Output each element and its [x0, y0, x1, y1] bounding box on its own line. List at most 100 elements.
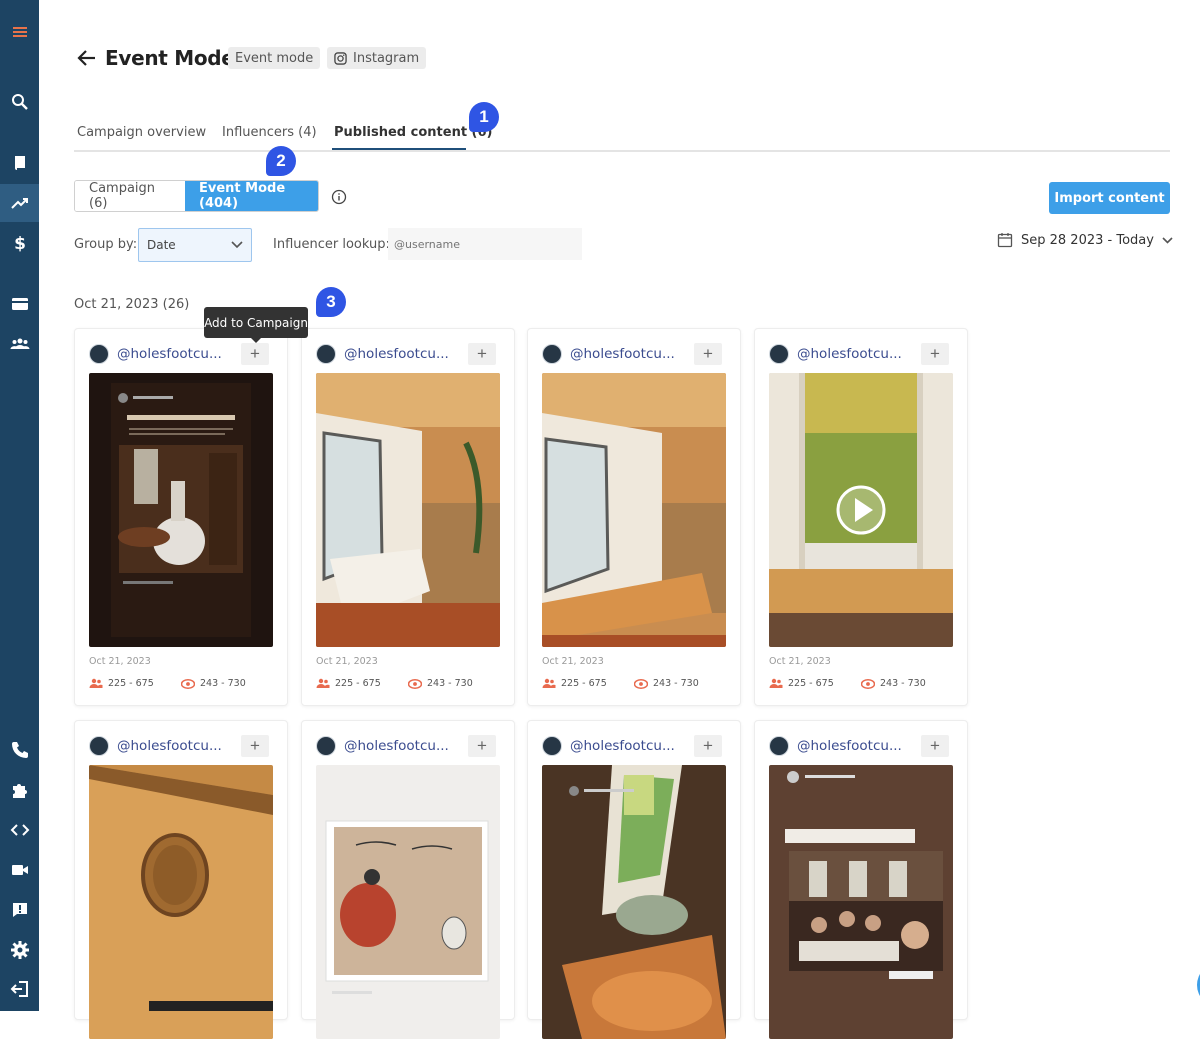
- users-icon[interactable]: [0, 325, 39, 363]
- content-thumbnail[interactable]: [769, 373, 953, 647]
- step-badge-2: 2: [266, 146, 296, 176]
- avatar: [316, 344, 336, 364]
- settings-icon[interactable]: [0, 931, 39, 969]
- tab-campaign-overview[interactable]: Campaign overview: [77, 125, 206, 140]
- content-card[interactable]: @holesfootcu... + Oct 21, 2023 225 - 675…: [301, 328, 515, 706]
- feedback-icon[interactable]: [0, 891, 39, 929]
- tab-influencers[interactable]: Influencers (4): [222, 125, 317, 140]
- tab-bar: Campaign overview Influencers (4) Publis…: [74, 122, 1170, 152]
- reach-stat: 225 - 675: [769, 678, 834, 689]
- card-date: Oct 21, 2023: [89, 656, 151, 667]
- add-to-campaign-button[interactable]: +: [921, 343, 949, 365]
- content-thumbnail[interactable]: [316, 373, 500, 647]
- influencer-handle[interactable]: @holesfootcu...: [117, 346, 235, 362]
- content-card[interactable]: @holesfootcu... +: [74, 720, 288, 1039]
- sidebar: $: [0, 0, 39, 1011]
- search-icon[interactable]: [0, 83, 39, 121]
- content-thumbnail[interactable]: [542, 765, 726, 1039]
- campaign-segment-button[interactable]: Campaign (6): [75, 181, 185, 211]
- influencer-handle[interactable]: @holesfootcu...: [117, 738, 235, 754]
- event-mode-tag: Event mode: [228, 47, 321, 69]
- add-to-campaign-button[interactable]: +: [468, 735, 496, 757]
- dollar-icon[interactable]: $: [0, 224, 39, 262]
- date-range-picker[interactable]: Sep 28 2023 - Today: [997, 229, 1173, 251]
- card-header: @holesfootcu... +: [316, 735, 498, 757]
- views-stat: 243 - 730: [861, 678, 926, 689]
- main-content: Event Mode Event mode Instagram Campaign…: [39, 0, 1200, 1039]
- card-header: @holesfootcu... +: [542, 343, 724, 365]
- content-card[interactable]: @holesfootcu... + Oct 21, 2023 225 - 675…: [527, 328, 741, 706]
- info-icon[interactable]: [331, 189, 347, 205]
- content-card[interactable]: @holesfootcu... +: [301, 720, 515, 1039]
- date-group-title: Oct 21, 2023 (26): [74, 297, 190, 312]
- trending-icon[interactable]: [0, 184, 39, 222]
- credit-card-icon[interactable]: [0, 285, 39, 323]
- reach-stat: 225 - 675: [316, 678, 381, 689]
- avatar: [769, 344, 789, 364]
- back-arrow-icon[interactable]: [76, 47, 98, 69]
- content-thumbnail[interactable]: [89, 373, 273, 647]
- card-header: @holesfootcu... +: [89, 735, 271, 757]
- content-thumbnail[interactable]: [316, 765, 500, 1039]
- content-card[interactable]: @holesfootcu... + Oct 21, 2023 225 - 675…: [754, 328, 968, 706]
- card-date: Oct 21, 2023: [769, 656, 831, 667]
- import-content-button[interactable]: Import content: [1049, 182, 1170, 214]
- reach-value: 225 - 675: [561, 678, 607, 689]
- add-to-campaign-button[interactable]: +: [241, 343, 269, 365]
- views-stat: 243 - 730: [181, 678, 246, 689]
- plus-icon: +: [477, 344, 487, 363]
- people-icon: [89, 678, 103, 688]
- content-source-toggle: Campaign (6) Event Mode (404): [74, 180, 319, 212]
- group-by-value: Date: [147, 238, 176, 252]
- influencer-handle[interactable]: @holesfootcu...: [570, 346, 688, 362]
- add-to-campaign-button[interactable]: +: [468, 343, 496, 365]
- calendar-icon: [997, 233, 1013, 248]
- plus-icon: +: [703, 344, 713, 363]
- code-icon[interactable]: [0, 811, 39, 849]
- avatar: [542, 736, 562, 756]
- content-thumbnail[interactable]: [769, 765, 953, 1039]
- influencer-handle[interactable]: @holesfootcu...: [344, 738, 462, 754]
- influencer-lookup-input[interactable]: [388, 228, 582, 260]
- card-date: Oct 21, 2023: [316, 656, 378, 667]
- logout-icon[interactable]: [0, 970, 39, 1008]
- add-to-campaign-button[interactable]: +: [921, 735, 949, 757]
- influencer-handle[interactable]: @holesfootcu...: [344, 346, 462, 362]
- avatar: [542, 344, 562, 364]
- instagram-tag: Instagram: [327, 47, 427, 69]
- plus-icon: +: [930, 344, 940, 363]
- card-stats: 225 - 675 243 - 730: [316, 678, 500, 692]
- influencer-handle[interactable]: @holesfootcu...: [797, 738, 915, 754]
- add-to-campaign-button[interactable]: +: [241, 735, 269, 757]
- influencer-handle[interactable]: @holesfootcu...: [797, 346, 915, 362]
- content-card[interactable]: @holesfootcu... +: [754, 720, 968, 1039]
- card-stats: 225 - 675 243 - 730: [89, 678, 273, 692]
- plus-icon: +: [477, 736, 487, 755]
- content-card[interactable]: @holesfootcu... + Oct 21, 2023 225 - 675…: [74, 328, 288, 706]
- views-value: 243 - 730: [880, 678, 926, 689]
- video-icon[interactable]: [0, 851, 39, 889]
- date-range-text: Sep 28 2023 - Today: [1021, 232, 1154, 248]
- plus-icon: +: [703, 736, 713, 755]
- content-thumbnail[interactable]: [89, 765, 273, 1039]
- views-value: 243 - 730: [427, 678, 473, 689]
- chevron-down-icon: [231, 241, 243, 249]
- plus-icon: +: [250, 736, 260, 755]
- book-icon[interactable]: [0, 144, 39, 182]
- puzzle-icon[interactable]: [0, 771, 39, 809]
- reach-value: 225 - 675: [108, 678, 154, 689]
- people-icon: [542, 678, 556, 688]
- event-mode-segment-button[interactable]: Event Mode (404): [185, 181, 318, 211]
- add-to-campaign-button[interactable]: +: [694, 735, 722, 757]
- content-card[interactable]: @holesfootcu... +: [527, 720, 741, 1039]
- influencer-handle[interactable]: @holesfootcu...: [570, 738, 688, 754]
- eye-icon: [408, 678, 422, 689]
- reach-stat: 225 - 675: [89, 678, 154, 689]
- views-value: 243 - 730: [653, 678, 699, 689]
- phone-icon[interactable]: [0, 731, 39, 769]
- add-to-campaign-button[interactable]: +: [694, 343, 722, 365]
- group-by-select[interactable]: Date: [138, 228, 252, 262]
- active-tab-indicator: [332, 148, 466, 150]
- content-thumbnail[interactable]: [542, 373, 726, 647]
- menu-icon[interactable]: [0, 13, 39, 51]
